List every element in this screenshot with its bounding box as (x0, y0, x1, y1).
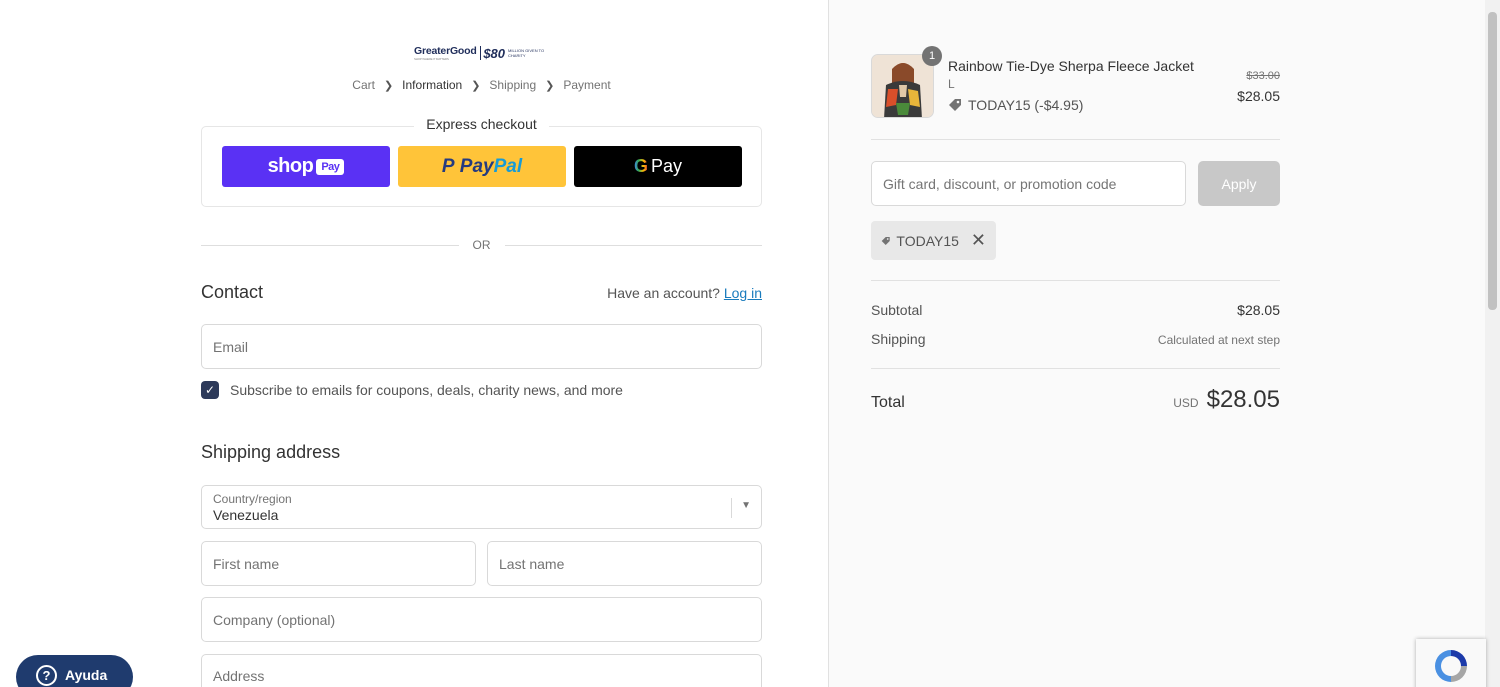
original-price: $33.00 (1246, 70, 1280, 82)
or-divider: OR (201, 238, 762, 252)
first-name-field[interactable] (202, 542, 475, 585)
last-name-field[interactable] (488, 542, 761, 585)
subscribe-label: Subscribe to emails for coupons, deals, … (230, 382, 623, 398)
address-wrap (201, 654, 762, 687)
breadcrumb-shipping: Shipping (489, 78, 537, 92)
help-icon: ? (36, 665, 57, 686)
google-icon: G (633, 156, 648, 176)
paypal-icon: P (441, 155, 460, 177)
tag-icon (881, 236, 890, 245)
apply-button[interactable]: Apply (1198, 161, 1280, 206)
shop-pay-button[interactable]: shop Pay (222, 146, 390, 187)
product-variant: L (948, 77, 955, 91)
subscribe-checkbox[interactable]: ✓ (201, 381, 219, 399)
subtotal-value: $28.05 (1237, 302, 1280, 318)
recaptcha-icon[interactable] (1416, 639, 1486, 687)
account-prompt: Have an account? Log in (607, 285, 762, 301)
chevron-right-icon: ❯ (471, 79, 481, 92)
country-select[interactable]: Country/region Venezuela ▼ (201, 485, 762, 529)
breadcrumb: Cart ❯ Information ❯ Shipping ❯ Payment (201, 78, 762, 92)
login-link[interactable]: Log in (724, 285, 762, 301)
tag-icon (949, 99, 961, 111)
contact-heading: Contact (201, 282, 264, 302)
email-field-wrap (201, 324, 762, 369)
applied-discount-chip: TODAY15 ✕ (871, 221, 996, 260)
company-wrap (201, 597, 762, 642)
checkout-main-column: GreaterGood SHOP WHERE IT MATTERS $80 MIL… (0, 0, 828, 687)
discount-code-wrap (871, 161, 1186, 206)
product-name: Rainbow Tie-Dye Sherpa Fleece Jacket (948, 58, 1194, 74)
help-button[interactable]: ? Ayuda (16, 655, 133, 687)
shipping-heading: Shipping address (201, 442, 341, 462)
express-checkout-title: Express checkout (201, 116, 762, 132)
scrollbar-thumb[interactable] (1488, 12, 1497, 310)
scrollbar[interactable] (1485, 0, 1500, 687)
company-field[interactable] (202, 598, 761, 641)
subscribe-option[interactable]: ✓ Subscribe to emails for coupons, deals… (201, 381, 623, 399)
quantity-badge: 1 (922, 46, 942, 66)
email-field[interactable] (202, 325, 761, 368)
product-discount: TODAY15 (-$4.95) (948, 97, 1083, 113)
paypal-button[interactable]: P Pay Pal (398, 146, 566, 187)
chevron-down-icon: ▼ (741, 500, 751, 511)
discount-code-input[interactable] (872, 162, 1185, 205)
shipping-row: Shipping Calculated at next step (871, 331, 1280, 347)
first-name-wrap (201, 541, 476, 586)
total-row: Total USD $28.05 (871, 386, 1280, 413)
last-name-wrap (487, 541, 762, 586)
google-pay-button[interactable]: G Pay (574, 146, 742, 187)
express-checkout: shop Pay P Pay Pal G Pay (201, 126, 762, 207)
address-field[interactable] (202, 655, 761, 687)
order-summary-column: 1 Rainbow Tie-Dye Sherpa Fleece Jacket L… (828, 0, 1500, 687)
breadcrumb-payment: Payment (563, 78, 611, 92)
breadcrumb-information: Information (402, 78, 463, 92)
chevron-right-icon: ❯ (545, 79, 555, 92)
breadcrumb-cart[interactable]: Cart (352, 78, 375, 92)
greatergood-logo[interactable]: GreaterGood SHOP WHERE IT MATTERS $80 MIL… (414, 44, 548, 62)
remove-discount-icon[interactable]: ✕ (971, 230, 986, 251)
subtotal-row: Subtotal $28.05 (871, 302, 1280, 318)
shipping-value: Calculated at next step (1157, 333, 1280, 347)
product-price: $28.05 (1237, 88, 1280, 104)
chevron-right-icon: ❯ (383, 79, 394, 92)
total-value: $28.05 (1206, 386, 1280, 413)
